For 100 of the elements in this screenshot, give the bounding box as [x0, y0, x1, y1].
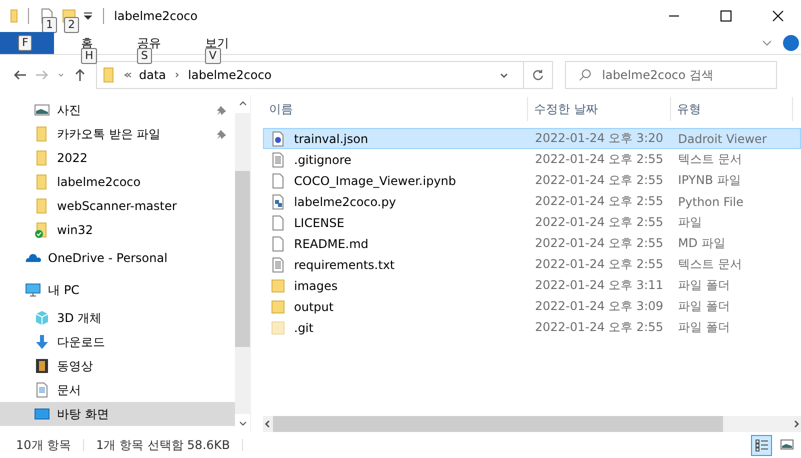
- column-header[interactable]: 수정한 날짜: [528, 97, 671, 121]
- sidebar-label: 사진: [57, 102, 81, 118]
- file-name: COCO_Image_Viewer.ipynb: [294, 174, 456, 188]
- sidebar-item[interactable]: webScanner-master: [0, 194, 235, 218]
- file-row[interactable]: README.md 2022-01-24 오후 2:55 MD 파일: [263, 233, 801, 254]
- file-row[interactable]: images 2022-01-24 오후 3:11 파일 폴더: [263, 275, 801, 296]
- selection-info: 1개 항목 선택함 58.6KB: [96, 436, 230, 454]
- file-name: requirements.txt: [294, 258, 395, 272]
- folder-icon: [270, 278, 286, 294]
- file-icon: [270, 236, 286, 252]
- date-cell-text: 2022-01-24 오후 3:09: [534, 298, 664, 315]
- address-bar[interactable]: data labelme2coco: [96, 61, 553, 89]
- sidebar-label: 2022: [57, 151, 88, 165]
- sidebar-item[interactable]: 다운로드: [0, 330, 235, 354]
- file-name: .gitignore: [294, 152, 352, 166]
- file-name: labelme2coco.py: [294, 194, 396, 208]
- file-icon: [270, 172, 286, 188]
- folder-icon: [36, 126, 47, 142]
- date-cell-text: 2022-01-24 오후 2:55: [534, 319, 664, 336]
- sidebar-label: 3D 개체: [57, 310, 102, 326]
- document-icon: [34, 382, 50, 398]
- date-cell-text: 2022-01-24 오후 3:20: [534, 130, 664, 147]
- file-row[interactable]: .gitignore 2022-01-24 오후 2:55 텍스트 문서: [263, 149, 801, 170]
- folder-icon: [36, 150, 47, 166]
- pin-icon[interactable]: [216, 104, 227, 116]
- sidebar-item[interactable]: win32: [0, 218, 235, 242]
- search-icon: [578, 68, 592, 82]
- overflow-chevrons-icon[interactable]: [123, 70, 133, 80]
- date-cell-text: 2022-01-24 오후 2:55: [534, 256, 664, 273]
- details-view-icon: [754, 437, 770, 453]
- window-title: labelme2coco: [114, 9, 198, 23]
- pin-icon[interactable]: [216, 128, 227, 140]
- type-cell-text: 파일 폴더: [677, 319, 731, 336]
- key-tip: F: [18, 35, 32, 51]
- sidebar-label: 내 PC: [48, 282, 80, 298]
- breadcrumb[interactable]: data: [139, 68, 166, 82]
- file-row[interactable]: COCO_Image_Viewer.ipynb 2022-01-24 오후 2:55 IPYNB 파일: [263, 170, 801, 191]
- sidebar-item[interactable]: OneDrive - Personal: [0, 242, 235, 274]
- file-name: trainval.json: [294, 132, 368, 146]
- type-cell-text: 텍스트 문서: [677, 151, 743, 168]
- help-icon[interactable]: [783, 35, 799, 51]
- type-cell-text: 파일 폴더: [677, 277, 731, 294]
- date-cell-text: 2022-01-24 오후 2:55: [534, 193, 664, 210]
- sidebar-item[interactable]: 바탕 화면: [0, 402, 235, 426]
- sidebar-item[interactable]: 문서: [0, 378, 235, 402]
- refresh-icon: [531, 68, 545, 82]
- sidebar-label: webScanner-master: [57, 199, 177, 213]
- type-cell-text: Python File: [677, 194, 744, 208]
- dropdown-icon[interactable]: [83, 11, 93, 21]
- folder-icon: [270, 320, 286, 336]
- details-view-button[interactable]: [751, 434, 772, 456]
- search-input[interactable]: labelme2coco 검색: [600, 67, 764, 83]
- file-name: LICENSE: [294, 216, 344, 230]
- file-row[interactable]: trainval.json 2022-01-24 오후 3:20 Dadroit Viewer: [263, 128, 801, 149]
- file-row[interactable]: .git 2022-01-24 오후 2:55 파일 폴더: [263, 317, 801, 338]
- folder-icon: [36, 174, 47, 190]
- file-row[interactable]: LICENSE 2022-01-24 오후 2:55 파일: [263, 212, 801, 233]
- sidebar-label: 동영상: [57, 358, 93, 374]
- sidebar-item[interactable]: 동영상: [0, 354, 235, 378]
- sidebar-item[interactable]: 사진: [0, 98, 235, 122]
- python-file-icon: [270, 194, 286, 210]
- search-field[interactable]: labelme2coco 검색: [565, 61, 777, 89]
- folder-icon: [36, 198, 47, 214]
- file-name: .git: [294, 320, 314, 334]
- file-name: README.md: [294, 236, 368, 250]
- cube-icon: [34, 310, 50, 326]
- folder-icon: [103, 67, 114, 83]
- film-icon: [34, 358, 50, 374]
- key-tip: 1: [42, 17, 57, 33]
- type-cell-text: 텍스트 문서: [677, 256, 743, 273]
- date-cell-text: 2022-01-24 오후 2:55: [534, 235, 664, 252]
- breadcrumb[interactable]: labelme2coco: [188, 68, 272, 82]
- scrollbar-thumb[interactable]: [235, 171, 250, 347]
- sidebar-item[interactable]: labelme2coco: [0, 170, 235, 194]
- item-count: 10개 항목: [16, 436, 72, 454]
- column-header[interactable]: 유형: [671, 97, 793, 121]
- desktop-icon: [34, 406, 50, 422]
- sidebar-item[interactable]: 3D 개체: [0, 306, 235, 330]
- sidebar-label: 바탕 화면: [57, 406, 109, 422]
- sidebar-label: win32: [57, 223, 94, 237]
- monitor-icon: [25, 282, 41, 298]
- sidebar-label: OneDrive - Personal: [48, 251, 168, 265]
- file-row[interactable]: output 2022-01-24 오후 3:09 파일 폴더: [263, 296, 801, 317]
- json-file-icon: [270, 130, 286, 146]
- sidebar-item[interactable]: 내 PC: [0, 274, 235, 306]
- date-cell-text: 2022-01-24 오후 2:55: [534, 151, 664, 168]
- file-row[interactable]: labelme2coco.py 2022-01-24 오후 2:55 Python File: [263, 191, 801, 212]
- sidebar-label: 다운로드: [57, 334, 105, 350]
- type-cell-text: 파일 폴더: [677, 298, 731, 315]
- file-name: images: [294, 278, 338, 292]
- date-cell-text: 2022-01-24 오후 3:11: [534, 277, 664, 294]
- date-cell-text: 2022-01-24 오후 2:55: [534, 214, 664, 231]
- file-row[interactable]: requirements.txt 2022-01-24 오후 2:55 텍스트 문서: [263, 254, 801, 275]
- sidebar-item[interactable]: 2022: [0, 146, 235, 170]
- key-tip: S: [137, 48, 152, 64]
- photo-icon: [34, 102, 50, 118]
- type-cell-text: IPYNB 파일: [677, 172, 742, 189]
- column-header[interactable]: 이름: [263, 97, 528, 121]
- sidebar-item[interactable]: 카카오톡 받은 파일: [0, 122, 235, 146]
- scrollbar-thumb[interactable]: [273, 416, 723, 432]
